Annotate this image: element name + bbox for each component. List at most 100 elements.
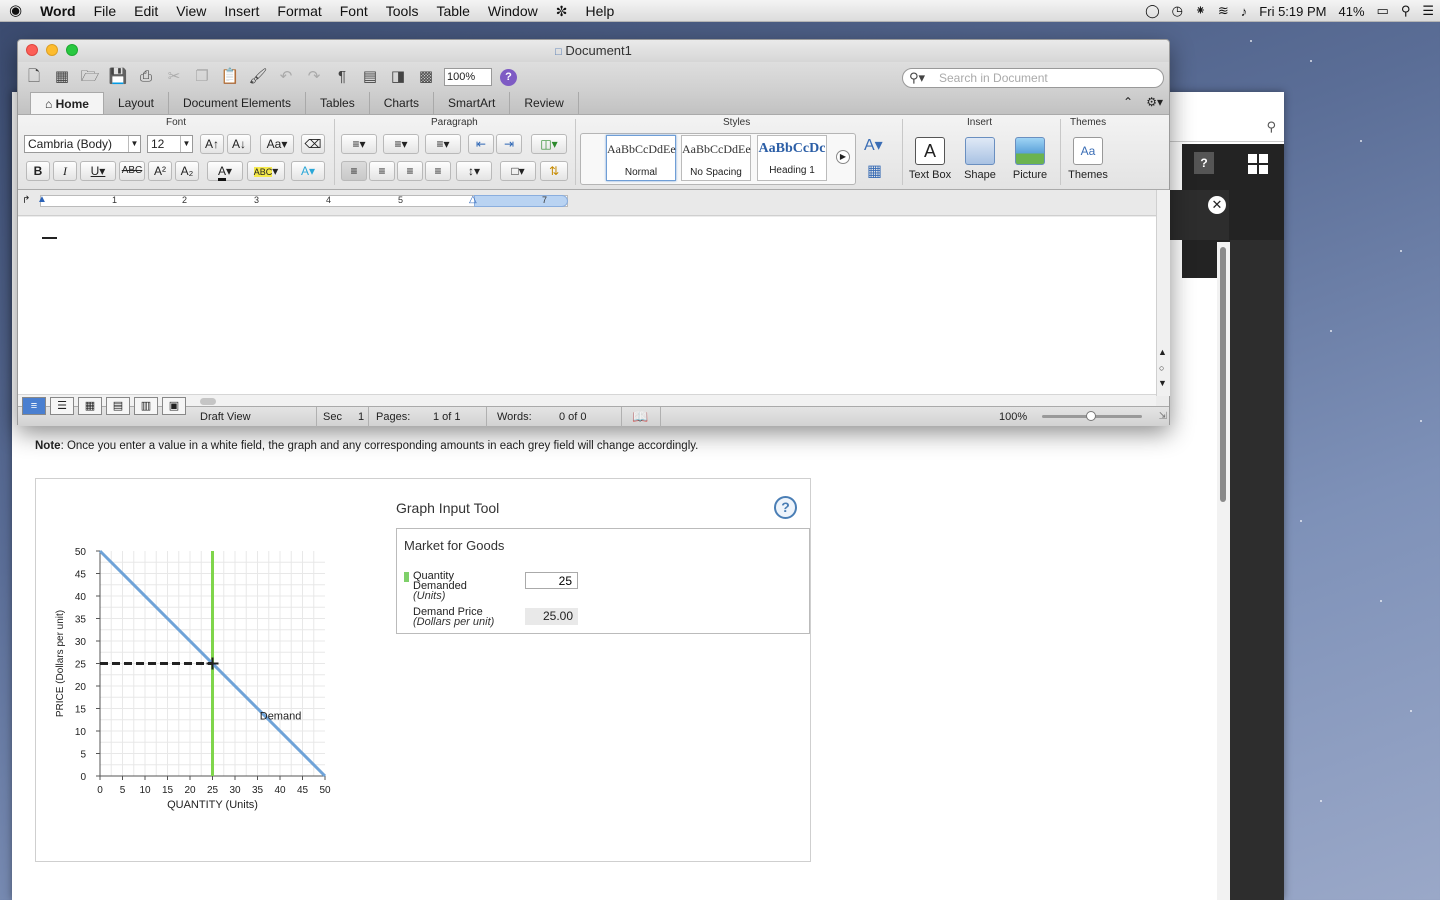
battery-percent[interactable]: 41% xyxy=(1332,4,1370,19)
sort-button[interactable]: ⇅ xyxy=(540,161,568,181)
copy-icon[interactable]: ❐ xyxy=(192,68,212,86)
tab-selector-icon[interactable]: ↱ xyxy=(22,195,30,206)
bluetooth-icon[interactable]: ⁕ xyxy=(1189,3,1212,19)
numbering-button[interactable]: ≡▾ xyxy=(383,134,419,154)
clear-formatting-button[interactable]: ⌫ xyxy=(301,134,325,154)
tab-layout[interactable]: Layout xyxy=(104,92,169,114)
font-size-combo[interactable]: 12 ▼ xyxy=(147,135,193,153)
print-icon[interactable]: ⎙ xyxy=(136,68,156,86)
redo-icon[interactable]: ↷ xyxy=(304,68,324,86)
demand-chart[interactable]: 0 5 10 15 20 25 30 35 40 45 50 0 5 10 15 20 25 30 35 40 45 50… xyxy=(50,540,350,820)
multilevel-list-button[interactable]: ≡▾ xyxy=(425,134,461,154)
manage-styles-icon[interactable]: A▾ xyxy=(864,135,883,155)
justify-button[interactable]: ≡ xyxy=(425,161,451,181)
tab-tables[interactable]: Tables xyxy=(306,92,370,114)
menu-window[interactable]: Window xyxy=(479,0,547,22)
left-indent-marker-icon[interactable]: ▲ xyxy=(37,194,47,205)
zoom-slider[interactable] xyxy=(1042,411,1142,421)
grid-icon[interactable] xyxy=(1248,154,1268,174)
subscript-button[interactable]: A₂ xyxy=(175,161,199,181)
close-window-button[interactable] xyxy=(26,44,38,56)
change-case-button[interactable]: Aa▾ xyxy=(260,134,294,154)
notification-center-icon[interactable]: ☰ xyxy=(1416,3,1440,19)
decrease-indent-button[interactable]: ⇤ xyxy=(468,134,494,154)
notebook-view-button[interactable]: ▥ xyxy=(134,397,158,415)
tab-review[interactable]: Review xyxy=(510,92,579,114)
help-icon[interactable]: ? xyxy=(500,68,517,86)
highlight-button[interactable]: ABC▾ xyxy=(247,161,285,181)
menu-table[interactable]: Table xyxy=(427,0,478,22)
insert-text-box-button[interactable]: A Text Box xyxy=(908,137,952,181)
tab-charts[interactable]: Charts xyxy=(370,92,435,114)
borders-button[interactable]: □▾ xyxy=(500,161,536,181)
right-indent-marker-icon[interactable]: △ xyxy=(469,194,477,205)
wifi-icon[interactable]: ≋ xyxy=(1212,3,1235,19)
font-name-combo[interactable]: Cambria (Body) ▼ xyxy=(24,135,141,153)
style-no-spacing[interactable]: AaBbCcDdEe No Spacing xyxy=(681,135,751,181)
open-icon[interactable]: 🗁 xyxy=(80,68,100,86)
strikethrough-button[interactable]: ABC xyxy=(119,161,145,181)
templates-icon[interactable]: ▦ xyxy=(52,68,72,86)
horizontal-scroll-thumb[interactable] xyxy=(200,398,216,405)
modal-close-icon[interactable]: ✕ xyxy=(1208,196,1226,214)
battery-icon[interactable]: ▭ xyxy=(1371,3,1395,19)
themes-button[interactable]: Aa Themes xyxy=(1066,137,1110,181)
tab-document-elements[interactable]: Document Elements xyxy=(169,92,307,114)
browse-object-icon[interactable]: ○ xyxy=(1159,363,1164,373)
zoom-slider-knob[interactable] xyxy=(1086,411,1096,421)
publishing-view-button[interactable]: ▦ xyxy=(78,397,102,415)
increase-indent-button[interactable]: ⇥ xyxy=(496,134,522,154)
document-area[interactable] xyxy=(18,217,1156,394)
underline-button[interactable]: U▾ xyxy=(80,161,116,181)
line-spacing-button[interactable]: ↕▾ xyxy=(456,161,492,181)
menu-insert[interactable]: Insert xyxy=(215,0,268,22)
align-center-button[interactable]: ≡ xyxy=(369,161,395,181)
resize-grip-icon[interactable]: ⇲ xyxy=(1159,411,1167,422)
ruler[interactable]: ↱ 1 2 3 4 5 7 ▲ △ xyxy=(18,190,1156,216)
text-effects-button[interactable]: A▾ xyxy=(291,161,325,181)
styles-next-icon[interactable]: ▶ xyxy=(836,150,850,164)
page-up-icon[interactable]: ▲ xyxy=(1158,347,1167,357)
notification-icon[interactable]: ◯ xyxy=(1139,3,1166,19)
grow-font-button[interactable]: A↑ xyxy=(200,134,224,154)
browser-search-bar[interactable]: ⚲ xyxy=(1167,114,1284,142)
ribbon-settings-icon[interactable]: ⚙▾ xyxy=(1146,95,1163,109)
new-document-icon[interactable]: 🗋 xyxy=(24,68,44,86)
vertical-scrollbar[interactable]: ▲ ○ ▼ xyxy=(1156,190,1170,396)
menu-format[interactable]: Format xyxy=(268,0,330,22)
apple-menu-icon[interactable]: ◉ xyxy=(0,0,31,22)
align-left-button[interactable]: ≡ xyxy=(341,161,367,181)
menu-font[interactable]: Font xyxy=(331,0,377,22)
format-painter-icon[interactable]: 🖌 xyxy=(248,68,268,86)
collapse-ribbon-icon[interactable]: ⌃ xyxy=(1123,95,1133,109)
style-heading-1[interactable]: AaBbCcDc Heading 1 xyxy=(757,135,827,181)
print-layout-button[interactable]: ▤ xyxy=(106,397,130,415)
time-machine-icon[interactable]: ◷ xyxy=(1166,3,1189,19)
sidebar-icon[interactable]: ◨ xyxy=(388,68,408,86)
page-scrollbar-thumb[interactable] xyxy=(1220,247,1226,502)
tab-home[interactable]: ⌂ Home xyxy=(30,92,104,114)
cut-icon[interactable]: ✂ xyxy=(164,68,184,86)
spotlight-icon[interactable]: ⚲ xyxy=(1395,3,1417,19)
paste-icon[interactable]: 📋 xyxy=(220,68,240,86)
insert-shape-button[interactable]: Shape xyxy=(958,137,1002,181)
zoom-window-button[interactable] xyxy=(66,44,78,56)
graph-help-button[interactable]: ? xyxy=(774,496,797,519)
style-pane-icon[interactable]: ▦ xyxy=(867,161,882,181)
font-color-button[interactable]: A▾ xyxy=(207,161,243,181)
search-in-document-input[interactable]: ⚲▾ Search in Document xyxy=(902,68,1164,88)
shrink-font-button[interactable]: A↓ xyxy=(227,134,251,154)
superscript-button[interactable]: A² xyxy=(148,161,172,181)
insert-picture-button[interactable]: Picture xyxy=(1008,137,1052,181)
menu-edit[interactable]: Edit xyxy=(125,0,167,22)
bullets-button[interactable]: ≡▾ xyxy=(341,134,377,154)
browser-search-icon[interactable]: ⚲ xyxy=(1266,119,1276,135)
script-menu-icon[interactable]: ✼ xyxy=(547,0,577,22)
menu-file[interactable]: File xyxy=(85,0,126,22)
menu-tools[interactable]: Tools xyxy=(377,0,428,22)
columns-button[interactable]: ◫▾ xyxy=(531,134,567,154)
app-menu[interactable]: Word xyxy=(31,0,85,22)
style-normal[interactable]: AaBbCcDdEe Normal xyxy=(606,135,676,181)
focus-view-button[interactable]: ▣ xyxy=(162,397,186,415)
show-paragraph-icon[interactable]: ¶ xyxy=(332,68,352,86)
